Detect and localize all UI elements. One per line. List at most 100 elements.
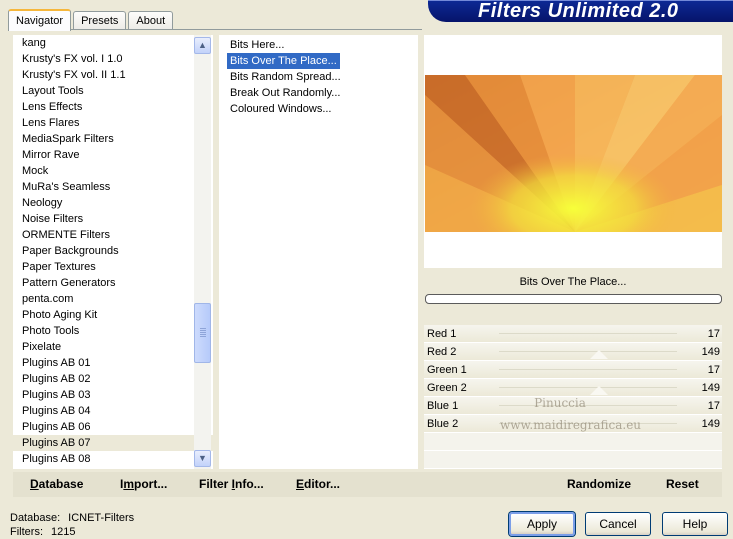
- filter-item[interactable]: Break Out Randomly...: [227, 85, 343, 101]
- preview-image: [425, 75, 722, 232]
- database-button[interactable]: Database: [30, 472, 83, 497]
- editor-button[interactable]: Editor...: [296, 472, 340, 497]
- category-item[interactable]: Krusty's FX vol. I 1.0: [13, 51, 213, 67]
- filter-info-label-start: Filter: [199, 477, 232, 491]
- parameter-empty-row: [424, 451, 722, 469]
- filter-info-button[interactable]: Filter Info...: [199, 472, 264, 497]
- parameter-slider[interactable]: Blue 2 149: [424, 415, 722, 433]
- import-button[interactable]: Import...: [120, 472, 167, 497]
- filter-list[interactable]: Bits Here... Bits Over The Place... Bits R…: [219, 35, 418, 469]
- parameter-slider[interactable]: Green 2 149: [424, 379, 722, 397]
- filters-count-value: 1215: [51, 526, 76, 538]
- import-label: port...: [134, 477, 168, 491]
- category-item[interactable]: Neology: [13, 195, 213, 211]
- category-item[interactable]: Layout Tools: [13, 83, 213, 99]
- category-item[interactable]: Mock: [13, 163, 213, 179]
- category-item[interactable]: Paper Backgrounds: [13, 243, 213, 259]
- category-item[interactable]: Photo Aging Kit: [13, 307, 213, 323]
- category-item[interactable]: Plugins AB 07: [13, 435, 213, 451]
- parameter-slider[interactable]: Red 2 149: [424, 343, 722, 361]
- editor-label: ditor...: [304, 477, 341, 491]
- parameter-value: 17: [707, 364, 720, 376]
- slider-track[interactable]: [499, 351, 677, 352]
- database-value: ICNET-Filters: [68, 512, 135, 524]
- parameter-rows: Red 1 17 Red 2 149 Green 1 17 Green 2 149 Blue 1…: [424, 325, 722, 433]
- category-item[interactable]: Plugins AB 08: [13, 451, 213, 467]
- category-item[interactable]: Plugins AB 03: [13, 387, 213, 403]
- filters-count-label: Filters:: [10, 526, 43, 538]
- category-item[interactable]: Mirror Rave: [13, 147, 213, 163]
- category-list[interactable]: kang Krusty's FX vol. I 1.0 Krusty's FX vo…: [13, 35, 213, 469]
- scroll-thumb[interactable]: [194, 303, 211, 363]
- category-item[interactable]: Krusty's FX vol. II 1.1: [13, 67, 213, 83]
- apply-button[interactable]: Apply: [509, 512, 575, 536]
- parameter-label: Green 1: [427, 364, 467, 376]
- category-item[interactable]: Noise Filters: [13, 211, 213, 227]
- parameter-label: Blue 1: [427, 400, 459, 412]
- category-item[interactable]: MuRa's Seamless: [13, 179, 213, 195]
- filter-item[interactable]: Bits Random Spread...: [227, 69, 344, 85]
- parameter-value: 17: [707, 328, 720, 340]
- reset-button[interactable]: Reset: [666, 472, 699, 497]
- chevron-down-icon: ▼: [198, 453, 207, 463]
- slider-track[interactable]: [499, 333, 677, 334]
- progress-bar: [425, 294, 722, 304]
- category-item[interactable]: Lens Flares: [13, 115, 213, 131]
- import-mnemonic: m: [123, 477, 135, 491]
- parameter-value: 149: [701, 418, 720, 430]
- database-info: Database: ICNET-Filters Filters: 1215: [10, 511, 142, 539]
- category-item[interactable]: Pattern Generators: [13, 275, 213, 291]
- tab-bar: Navigator Presets About: [8, 8, 175, 31]
- filter-item[interactable]: Coloured Windows...: [227, 101, 335, 117]
- database-mnemonic: D: [30, 477, 39, 491]
- chevron-up-icon: ▲: [198, 40, 207, 50]
- parameter-value: 149: [701, 382, 720, 394]
- filter-info-label: nfo...: [235, 477, 264, 491]
- category-scrollbar[interactable]: ▲ ▼: [194, 35, 211, 469]
- parameter-slider[interactable]: Red 1 17: [424, 325, 722, 343]
- tab-presets[interactable]: Presets: [73, 11, 127, 30]
- category-item[interactable]: Plugins AB 04: [13, 403, 213, 419]
- category-item[interactable]: Pixelate: [13, 339, 213, 355]
- randomize-button[interactable]: Randomize: [567, 472, 631, 497]
- tab-navigator[interactable]: Navigator: [8, 9, 72, 31]
- parameter-label: Blue 2: [427, 418, 459, 430]
- category-item[interactable]: ORMENTE Filters: [13, 227, 213, 243]
- scroll-up-button[interactable]: ▲: [194, 37, 211, 54]
- parameter-panel: Red 1 17 Red 2 149 Green 1 17 Green 2 149 Blue 1…: [424, 325, 722, 469]
- slider-track[interactable]: [499, 387, 677, 388]
- slider-track[interactable]: [499, 405, 677, 406]
- category-item[interactable]: kang: [13, 35, 213, 51]
- database-label: Database:: [10, 512, 61, 524]
- bottom-toolbar: Database Import... Filter Info... Editor…: [13, 472, 722, 497]
- category-item[interactable]: Photo Tools: [13, 323, 213, 339]
- tab-about[interactable]: About: [128, 11, 174, 30]
- category-item[interactable]: penta.com: [13, 291, 213, 307]
- parameter-slider[interactable]: Green 1 17: [424, 361, 722, 379]
- slider-track[interactable]: [499, 423, 677, 424]
- filter-item[interactable]: Bits Here...: [227, 37, 287, 53]
- parameter-value: 17: [707, 400, 720, 412]
- category-item[interactable]: Plugins AB 02: [13, 371, 213, 387]
- slider-track[interactable]: [499, 369, 677, 370]
- category-items: kang Krusty's FX vol. I 1.0 Krusty's FX vo…: [13, 35, 213, 467]
- category-item[interactable]: Lens Effects: [13, 99, 213, 115]
- scroll-down-button[interactable]: ▼: [194, 450, 211, 467]
- parameter-label: Red 2: [427, 346, 457, 358]
- filter-item[interactable]: Bits Over The Place...: [227, 53, 340, 69]
- category-item[interactable]: Plugins AB 01: [13, 355, 213, 371]
- filter-items: Bits Here... Bits Over The Place... Bits R…: [219, 37, 418, 117]
- current-filter-title: Bits Over The Place...: [519, 276, 627, 288]
- category-item[interactable]: Plugins AB 06: [13, 419, 213, 435]
- decor-triangle: [590, 350, 608, 359]
- cancel-button[interactable]: Cancel: [585, 512, 651, 536]
- category-item[interactable]: MediaSpark Filters: [13, 131, 213, 147]
- decor-triangle: [590, 386, 608, 395]
- parameter-empty-row: [424, 433, 722, 451]
- category-item[interactable]: Paper Textures: [13, 259, 213, 275]
- parameter-label: Green 2: [427, 382, 467, 394]
- help-button[interactable]: Help: [662, 512, 728, 536]
- parameter-slider[interactable]: Blue 1 17: [424, 397, 722, 415]
- database-label: atabase: [38, 477, 84, 491]
- grip-icon: [200, 328, 206, 338]
